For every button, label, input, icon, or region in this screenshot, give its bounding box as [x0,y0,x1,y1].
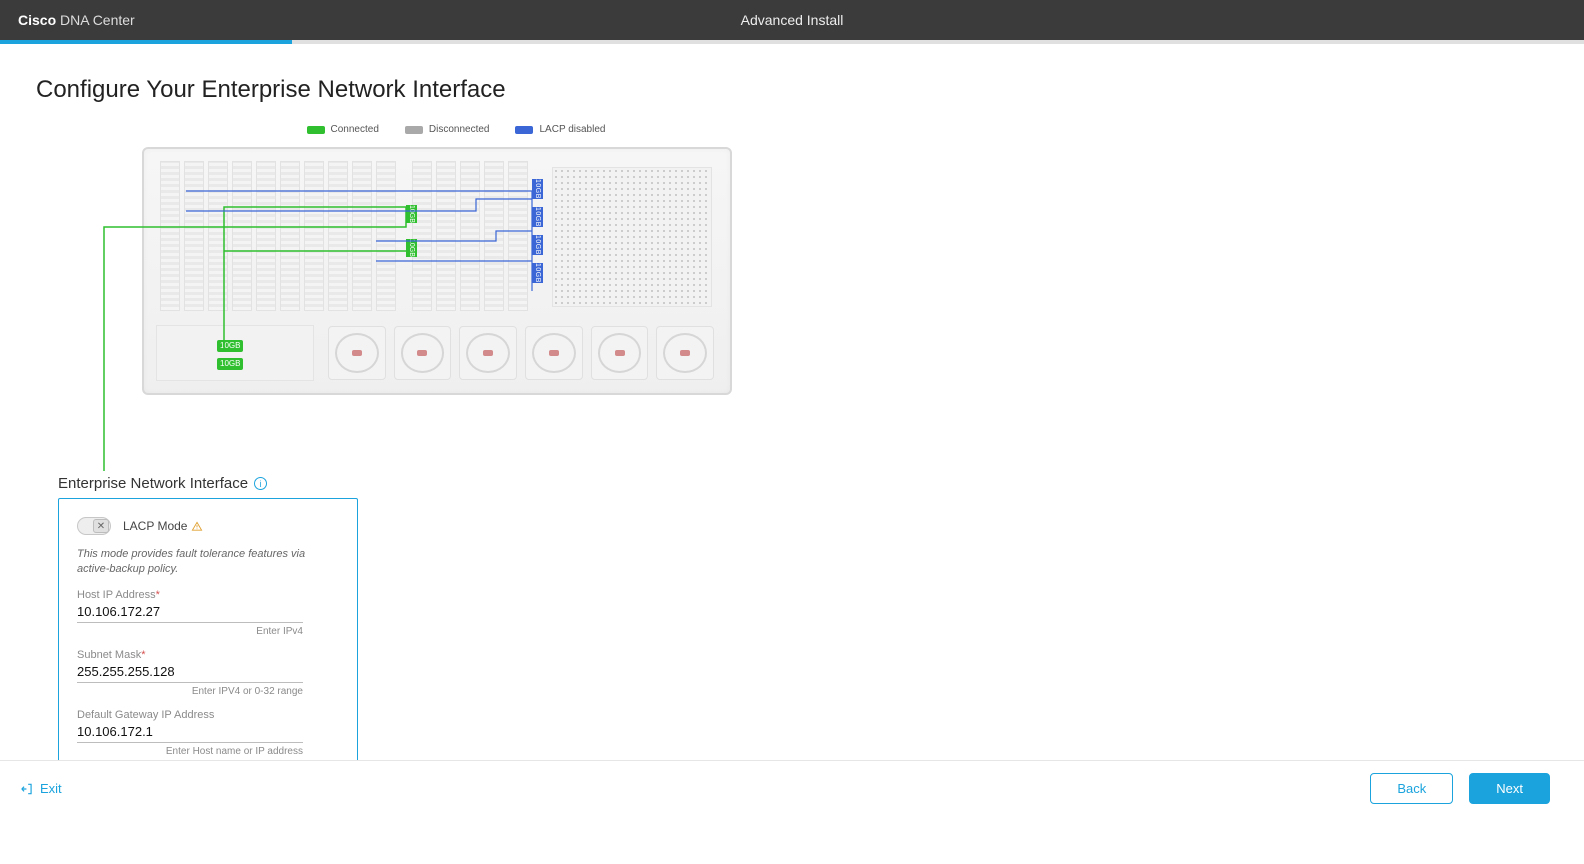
legend-disconnected-label: Disconnected [429,124,490,135]
lacp-mode-description: This mode provides fault tolerance featu… [77,547,339,577]
enterprise-panel-title-text: Enterprise Network Interface [58,475,248,492]
header-bar: Cisco DNA Center Advanced Install [0,0,1584,40]
warning-icon [191,521,203,532]
field-gateway-label: Default Gateway IP Address [77,709,339,721]
legend-connected-label: Connected [331,124,379,135]
legend-connected: Connected [307,124,379,135]
brand-bold: Cisco [18,12,56,28]
toggle-knob-icon: ✕ [93,519,109,533]
exit-button[interactable]: Exit [10,775,72,802]
swatch-connected-icon [307,126,325,134]
next-button[interactable]: Next [1469,773,1550,804]
info-icon[interactable]: i [254,477,267,490]
legend-lacp-label: LACP disabled [539,124,605,135]
subnet-mask-input[interactable] [77,661,303,683]
page-body: Configure Your Enterprise Network Interf… [0,44,1584,864]
brand: Cisco DNA Center [18,12,135,28]
exit-button-label: Exit [40,781,62,796]
header-subtitle: Advanced Install [741,12,844,28]
swatch-disconnected-icon [405,126,423,134]
enterprise-panel: ✕ LACP Mode This mode provides fault tol… [58,498,358,774]
appliance-diagram: 10GB 10GB 10GB 10GB 10GB 10GB 10GB 10GB [76,141,776,471]
field-gateway: Default Gateway IP Address Enter Host na… [77,709,339,757]
field-subnet-label: Subnet Mask* [77,649,339,661]
lacp-toggle-row: ✕ LACP Mode [77,517,339,535]
swatch-lacp-icon [515,126,533,134]
exit-icon [20,782,34,796]
wiring-overlay [76,141,776,471]
legend-lacp-disabled: LACP disabled [515,124,605,135]
enterprise-panel-wrap: Enterprise Network Interface i ✕ LACP Mo… [36,475,1548,774]
field-subnet-help: Enter IPV4 or 0-32 range [77,686,303,697]
enterprise-panel-title: Enterprise Network Interface i [58,475,1548,492]
field-host-ip-help: Enter IPv4 [77,626,303,637]
field-host-ip: Host IP Address* Enter IPv4 [77,589,339,637]
lacp-toggle-label: LACP Mode [123,519,203,533]
footer-actions: Back Next [1370,773,1550,804]
brand-light: DNA Center [56,12,135,28]
legend: Connected Disconnected LACP disabled [156,124,756,135]
field-gateway-help: Enter Host name or IP address [77,746,303,757]
field-subnet: Subnet Mask* Enter IPV4 or 0-32 range [77,649,339,697]
page-title: Configure Your Enterprise Network Interf… [36,76,1548,104]
wizard-footer: Exit Back Next [0,760,1584,816]
legend-disconnected: Disconnected [405,124,490,135]
lacp-toggle-label-text: LACP Mode [123,519,187,533]
lacp-toggle[interactable]: ✕ [77,517,111,535]
field-host-ip-label: Host IP Address* [77,589,339,601]
default-gateway-input[interactable] [77,721,303,743]
host-ip-input[interactable] [77,601,303,623]
back-button[interactable]: Back [1370,773,1453,804]
